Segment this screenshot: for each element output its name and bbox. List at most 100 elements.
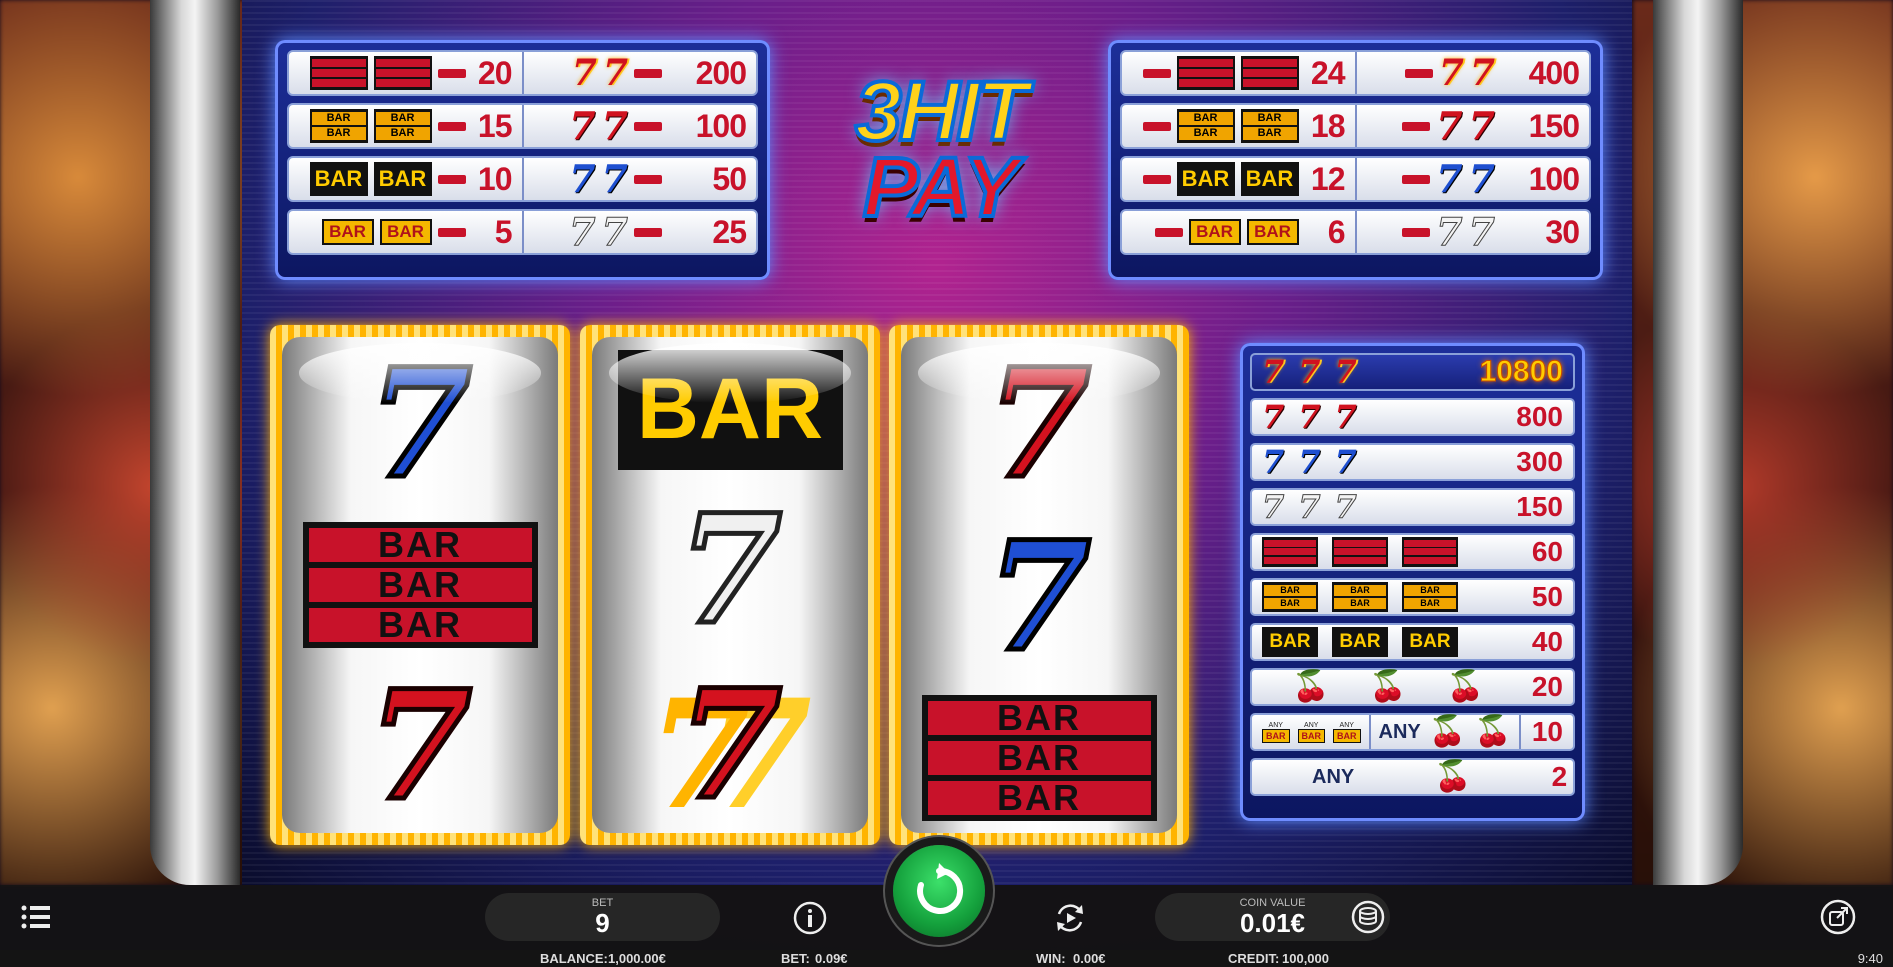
paytable-row: 7 7 7 10800 — [1250, 353, 1575, 391]
payout-value: 10 — [1531, 716, 1563, 747]
menu-button[interactable] — [16, 897, 56, 937]
spin-button[interactable] — [893, 845, 985, 937]
payout-value: 100 — [695, 107, 747, 144]
payout-value: 150 — [1528, 107, 1580, 144]
paytable-row: 20 7 7 200 — [287, 50, 758, 96]
double-bar-icon: BAR BAR — [1262, 582, 1318, 612]
fire-seven-icon: 7 — [1469, 52, 1495, 94]
red-seven-icon: 7 — [1334, 398, 1357, 436]
blue-seven-icon: 7 — [1334, 443, 1357, 481]
payout-value: 10 — [477, 160, 513, 197]
credit-value: 100,000 — [1282, 951, 1329, 966]
white-seven-icon: 7 — [601, 209, 628, 254]
paytable-row: BAR BAR 12 7 7 100 — [1120, 156, 1591, 202]
win-label: WIN: — [1036, 951, 1066, 966]
paytable-row: 🍒 🍒 🍒 20 — [1250, 668, 1575, 706]
red-seven-symbol: 7 — [365, 658, 474, 833]
payout-value: 24 — [1310, 54, 1346, 91]
balance-label: BALANCE: — [540, 951, 608, 966]
white-seven-icon: 7 — [569, 209, 596, 254]
bet-value: 9 — [595, 908, 610, 938]
fire-seven-icon: 7 — [1438, 52, 1464, 94]
paytable-right: 24 7 7 400 BAR BAR BAR BAR 18 7 7 150 BA… — [1108, 40, 1603, 280]
red-seven-icon: 7 — [1298, 398, 1321, 436]
info-button[interactable] — [790, 898, 830, 938]
cherry-icon: 🍒 — [1428, 715, 1467, 748]
white-seven-symbol: 7 — [675, 481, 784, 658]
double-bar-icon: BAR BAR — [1240, 109, 1299, 143]
jackpot-value: 10800 — [1479, 355, 1563, 389]
double-bar-icon: BAR BAR — [373, 109, 432, 143]
reel-2: BAR 7 7 — [580, 325, 880, 845]
triple-bar-icon — [1402, 537, 1458, 567]
blue-seven-icon: 7 — [1436, 156, 1463, 201]
fire-seven-symbol: 7 — [675, 657, 784, 833]
payout-value: 6 — [1327, 213, 1346, 250]
paytable-row: 60 — [1250, 533, 1575, 571]
payout-value: 30 — [1545, 213, 1580, 250]
paytable-row: BAR BAR BAR BAR 15 7 7 100 — [287, 103, 758, 149]
double-bar-icon: BAR BAR — [1176, 109, 1235, 143]
triple-bar-symbol: BAR BAR BAR — [921, 695, 1157, 822]
white-seven-icon: 7 — [1468, 209, 1495, 254]
payout-value: 18 — [1310, 107, 1346, 144]
fire-seven-icon: 7 — [1334, 353, 1357, 391]
paytable-row: 7 7 7 800 — [1250, 398, 1575, 436]
clock: 9:40 — [1857, 951, 1883, 966]
external-link-button[interactable] — [1818, 897, 1858, 937]
red-seven-symbol: 7 — [984, 337, 1093, 512]
fire-seven-icon: 7 — [1262, 353, 1285, 391]
reel-3: 7 7 BAR BAR BAR — [889, 325, 1189, 845]
bet-control[interactable]: BET 9 — [485, 893, 720, 941]
bet-status-value: 0.09€ — [815, 951, 848, 966]
triple-bar-symbol: BAR BAR BAR — [302, 521, 538, 648]
bet-status-label: BET: — [781, 951, 810, 966]
autoplay-icon — [1057, 904, 1083, 932]
white-seven-icon: 7 — [1436, 209, 1463, 254]
red-seven-icon: 7 — [601, 103, 628, 148]
any-bar-icon: ANY BAR — [1333, 722, 1361, 743]
paytable-row: 7 7 7 300 — [1250, 443, 1575, 481]
any-bar-icon: BAR — [379, 219, 432, 245]
payout-value: 12 — [1310, 160, 1346, 197]
triple-bar-icon — [1262, 537, 1318, 567]
red-seven-icon: 7 — [1436, 103, 1463, 148]
coins-button[interactable] — [1348, 897, 1388, 937]
paytable-row: BAR BAR BAR BAR 18 7 7 150 — [1120, 103, 1591, 149]
paytable-row: ANY 🍒 2 — [1250, 758, 1575, 796]
paytable-row: 7 7 7 150 — [1250, 488, 1575, 526]
single-bar-icon: BAR — [1402, 627, 1458, 657]
single-bar-icon: BAR — [1176, 162, 1235, 196]
any-bar-icon: BAR — [1246, 219, 1299, 245]
paytable-three: 7 7 7 10800 7 7 7 800 7 7 7 300 7 7 7 15… — [1240, 343, 1585, 821]
single-bar-icon: BAR — [1332, 627, 1388, 657]
payout-value: 40 — [1531, 626, 1563, 657]
any-bar-icon: BAR — [1188, 219, 1241, 245]
cabinet-edge-left — [150, 0, 240, 885]
autoplay-button[interactable] — [1050, 898, 1090, 938]
single-bar-icon: BAR — [309, 162, 368, 196]
blue-seven-symbol: 7 — [984, 508, 1093, 685]
white-seven-icon: 7 — [1261, 488, 1285, 526]
payout-value: 100 — [1528, 160, 1580, 197]
double-bar-icon: BAR BAR — [1332, 582, 1388, 612]
info-icon — [793, 901, 827, 935]
any-bar-icon: BAR — [321, 219, 374, 245]
cherry-icon: 🍒 — [1369, 670, 1407, 703]
reel-1: 7 BAR BAR BAR 7 — [270, 325, 570, 845]
blue-seven-icon: 7 — [1298, 443, 1321, 481]
blue-seven-icon: 7 — [601, 156, 628, 201]
fire-seven-icon: 7 — [1298, 353, 1321, 391]
single-bar-icon: BAR — [1240, 162, 1299, 196]
white-seven-icon: 7 — [1298, 488, 1321, 526]
payout-value: 2 — [1551, 761, 1568, 792]
fire-seven-icon: 7 — [602, 52, 628, 94]
red-seven-icon: 7 — [1262, 398, 1285, 436]
payout-value: 15 — [477, 107, 513, 144]
status-bar: BALANCE: 1,000.00€ BET: 0.09€ WIN: 0.00€… — [0, 950, 1893, 967]
red-seven-icon: 7 — [1468, 103, 1495, 148]
paytable-row: BAR BAR 5 7 7 25 — [287, 209, 758, 255]
payout-value: 150 — [1516, 491, 1563, 522]
paytable-row: ANY BAR ANY BAR ANY BAR ANY 🍒 🍒 10 — [1250, 713, 1575, 751]
payout-value: 400 — [1528, 54, 1580, 91]
